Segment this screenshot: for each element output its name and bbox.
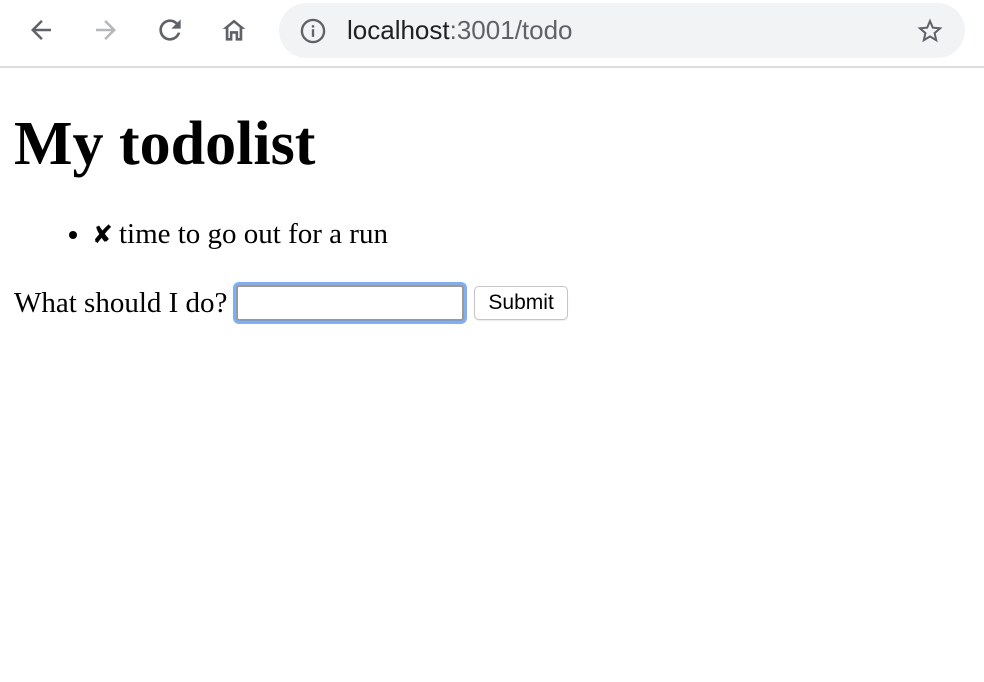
address-bar[interactable]: localhost:3001/todo [279, 3, 965, 58]
back-button[interactable] [23, 12, 59, 48]
arrow-right-icon [96, 20, 116, 40]
cross-mark-icon[interactable]: ✘ [92, 220, 113, 249]
reload-button[interactable] [152, 12, 188, 48]
submit-button[interactable]: Submit [474, 286, 568, 320]
page-content: My todolist ✘time to go out for a run Wh… [14, 68, 974, 323]
todo-item: ✘time to go out for a run [92, 214, 974, 255]
todo-input-label: What should I do? [14, 286, 228, 319]
home-icon [222, 19, 246, 41]
todo-text: time to go out for a run [118, 218, 388, 250]
add-todo-form: What should I do? Submit [14, 283, 974, 323]
home-button[interactable] [216, 12, 252, 48]
browser-toolbar: localhost:3001/todo [0, 0, 984, 68]
todo-input[interactable] [236, 285, 465, 321]
todo-list: ✘time to go out for a run [14, 214, 974, 255]
forward-button[interactable] [88, 12, 124, 48]
url-text[interactable]: localhost:3001/todo [347, 3, 573, 58]
reload-icon [159, 19, 181, 41]
page-title: My todolist [14, 110, 316, 178]
star-icon[interactable] [915, 16, 945, 46]
arrow-left-icon [31, 20, 51, 40]
url-path: :3001/todo [449, 15, 573, 45]
url-host: localhost [347, 15, 450, 45]
info-circle-icon[interactable] [299, 17, 327, 45]
